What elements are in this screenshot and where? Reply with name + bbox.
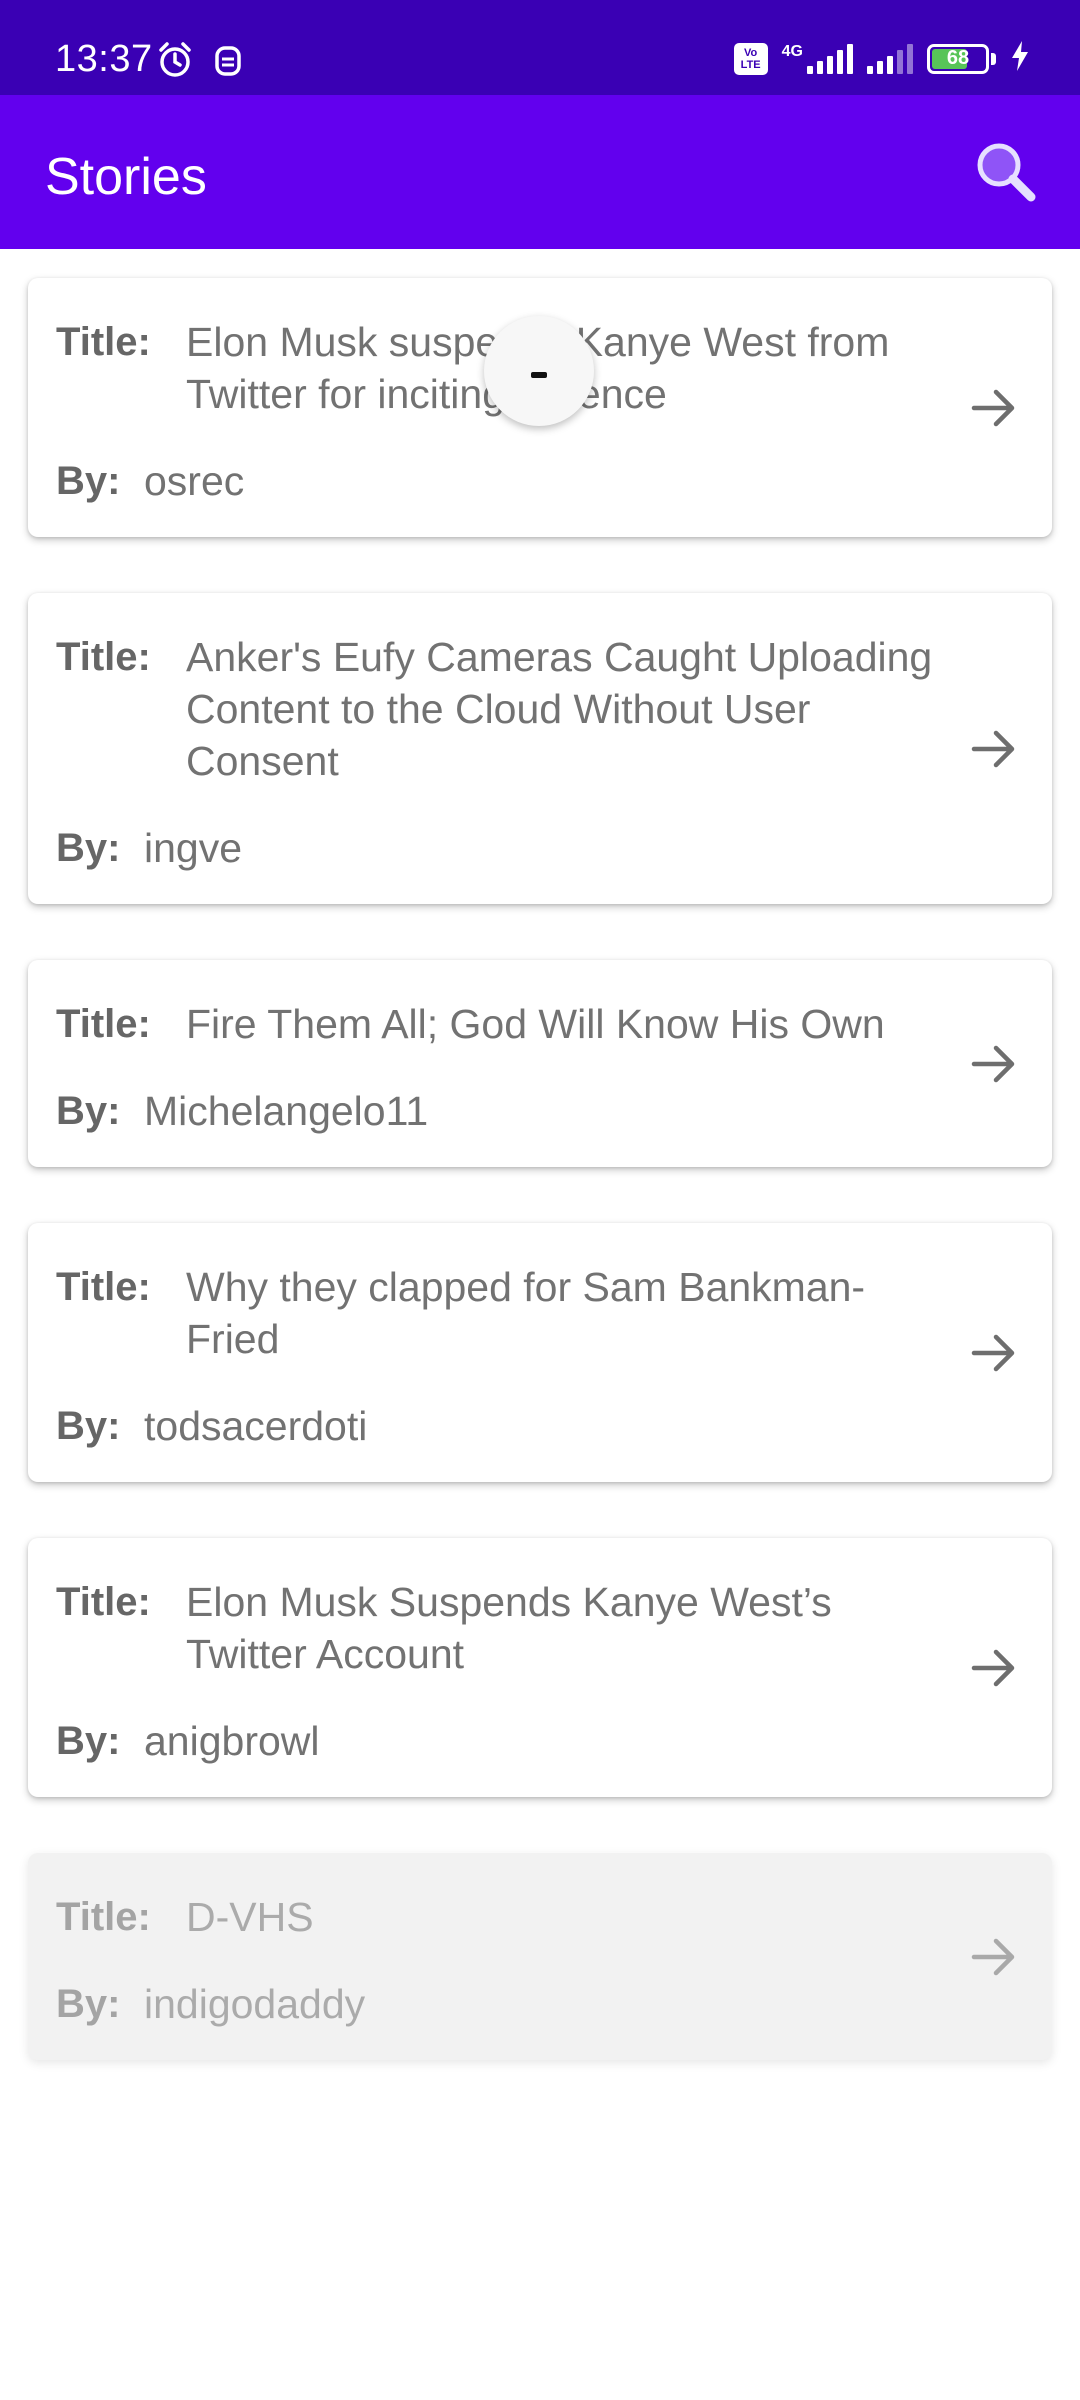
story-title: Anker's Eufy Cameras Caught Uploading Co… [186,634,933,784]
open-story-button[interactable] [966,380,1022,436]
story-author: todsacerdoti [144,1403,368,1449]
open-story-button[interactable] [966,1640,1022,1696]
arrow-right-icon [971,389,1015,426]
open-story-button[interactable] [966,1929,1022,1985]
story-card[interactable]: Title: Why they clapped for Sam Bankman-… [28,1223,1052,1482]
title-label: Title: [56,635,151,679]
story-card[interactable]: Title: Anker's Eufy Cameras Caught Uploa… [28,593,1052,904]
story-title-row: Title: Anker's Eufy Cameras Caught Uploa… [56,631,1024,787]
by-label: By: [56,1719,121,1763]
loading-spinner [484,316,594,426]
volte-label-bottom: LTE [740,58,761,71]
open-story-button[interactable] [966,1036,1022,1092]
notification-app-icon [213,42,243,83]
story-title-row: Title: Why they clapped for Sam Bankman-… [56,1261,1024,1365]
title-label: Title: [56,1580,151,1624]
network-type: 4G [781,42,803,60]
story-author-row: By: anigbrowl [56,1715,1024,1767]
story-title-row: Title: Fire Them All; God Will Know His … [56,998,1024,1050]
by-label: By: [56,1089,121,1133]
story-card[interactable]: Title: Fire Them All; God Will Know His … [28,960,1052,1167]
story-title: Why they clapped for Sam Bankman-Fried [186,1264,866,1362]
story-list: Title: Elon Musk suspends Kanye West fro… [28,278,1052,2116]
title-label: Title: [56,320,151,364]
open-story-button[interactable] [966,1325,1022,1381]
story-title: Elon Musk Suspends Kanye West’s Twitter … [186,1579,832,1677]
by-label: By: [56,1404,121,1448]
alarm-icon [155,40,195,85]
story-author-row: By: osrec [56,455,1024,507]
story-card[interactable]: Title: D-VHS By: indigodaddy [28,1853,1052,2060]
story-author-row: By: ingve [56,822,1024,874]
story-title: D-VHS [186,1894,314,1940]
battery-level: 68 [946,47,970,69]
story-author: Michelangelo11 [144,1088,429,1134]
by-label: By: [56,459,121,503]
story-author-row: By: todsacerdoti [56,1400,1024,1452]
spinner-indicator [531,372,547,378]
app-title: Stories [45,148,207,206]
story-author-row: By: Michelangelo11 [56,1085,1024,1137]
story-author: ingve [144,825,243,871]
app-bar: Stories [0,95,1080,249]
story-title: Fire Them All; God Will Know His Own [186,1001,885,1047]
story-author-row: By: indigodaddy [56,1978,1024,2030]
open-story-button[interactable] [966,721,1022,777]
search-icon [973,139,1037,208]
volte-icon: Vo LTE [733,42,768,75]
arrow-right-icon [971,1938,1015,1975]
volte-label-top: Vo [744,46,758,59]
title-label: Title: [56,1265,151,1309]
status-bar: 13:37 Vo LTE 4G 68 [0,0,1080,95]
title-label: Title: [56,1895,151,1939]
status-left-icons [155,40,243,85]
story-author: indigodaddy [144,1981,366,2027]
battery-cap [991,52,996,65]
story-author: osrec [144,458,245,504]
charging-icon [1010,40,1030,77]
search-button[interactable] [965,133,1045,213]
story-author: anigbrowl [144,1718,320,1764]
arrow-right-icon [971,1649,1015,1686]
by-label: By: [56,1982,121,2026]
title-label: Title: [56,1002,151,1046]
arrow-right-icon [971,730,1015,767]
by-label: By: [56,826,121,870]
story-title-row: Title: Elon Musk Suspends Kanye West’s T… [56,1576,1024,1680]
story-card[interactable]: Title: Elon Musk Suspends Kanye West’s T… [28,1538,1052,1797]
status-right-icons: Vo LTE 4G 68 [733,40,1030,77]
story-title-row: Title: D-VHS [56,1891,1024,1943]
signal-strength-icon-2 [867,43,913,74]
arrow-right-icon [971,1334,1015,1371]
battery-icon: 68 [927,43,989,74]
signal-strength-icon-1 [807,43,853,74]
status-time: 13:37 [55,38,153,80]
arrow-right-icon [971,1045,1015,1082]
